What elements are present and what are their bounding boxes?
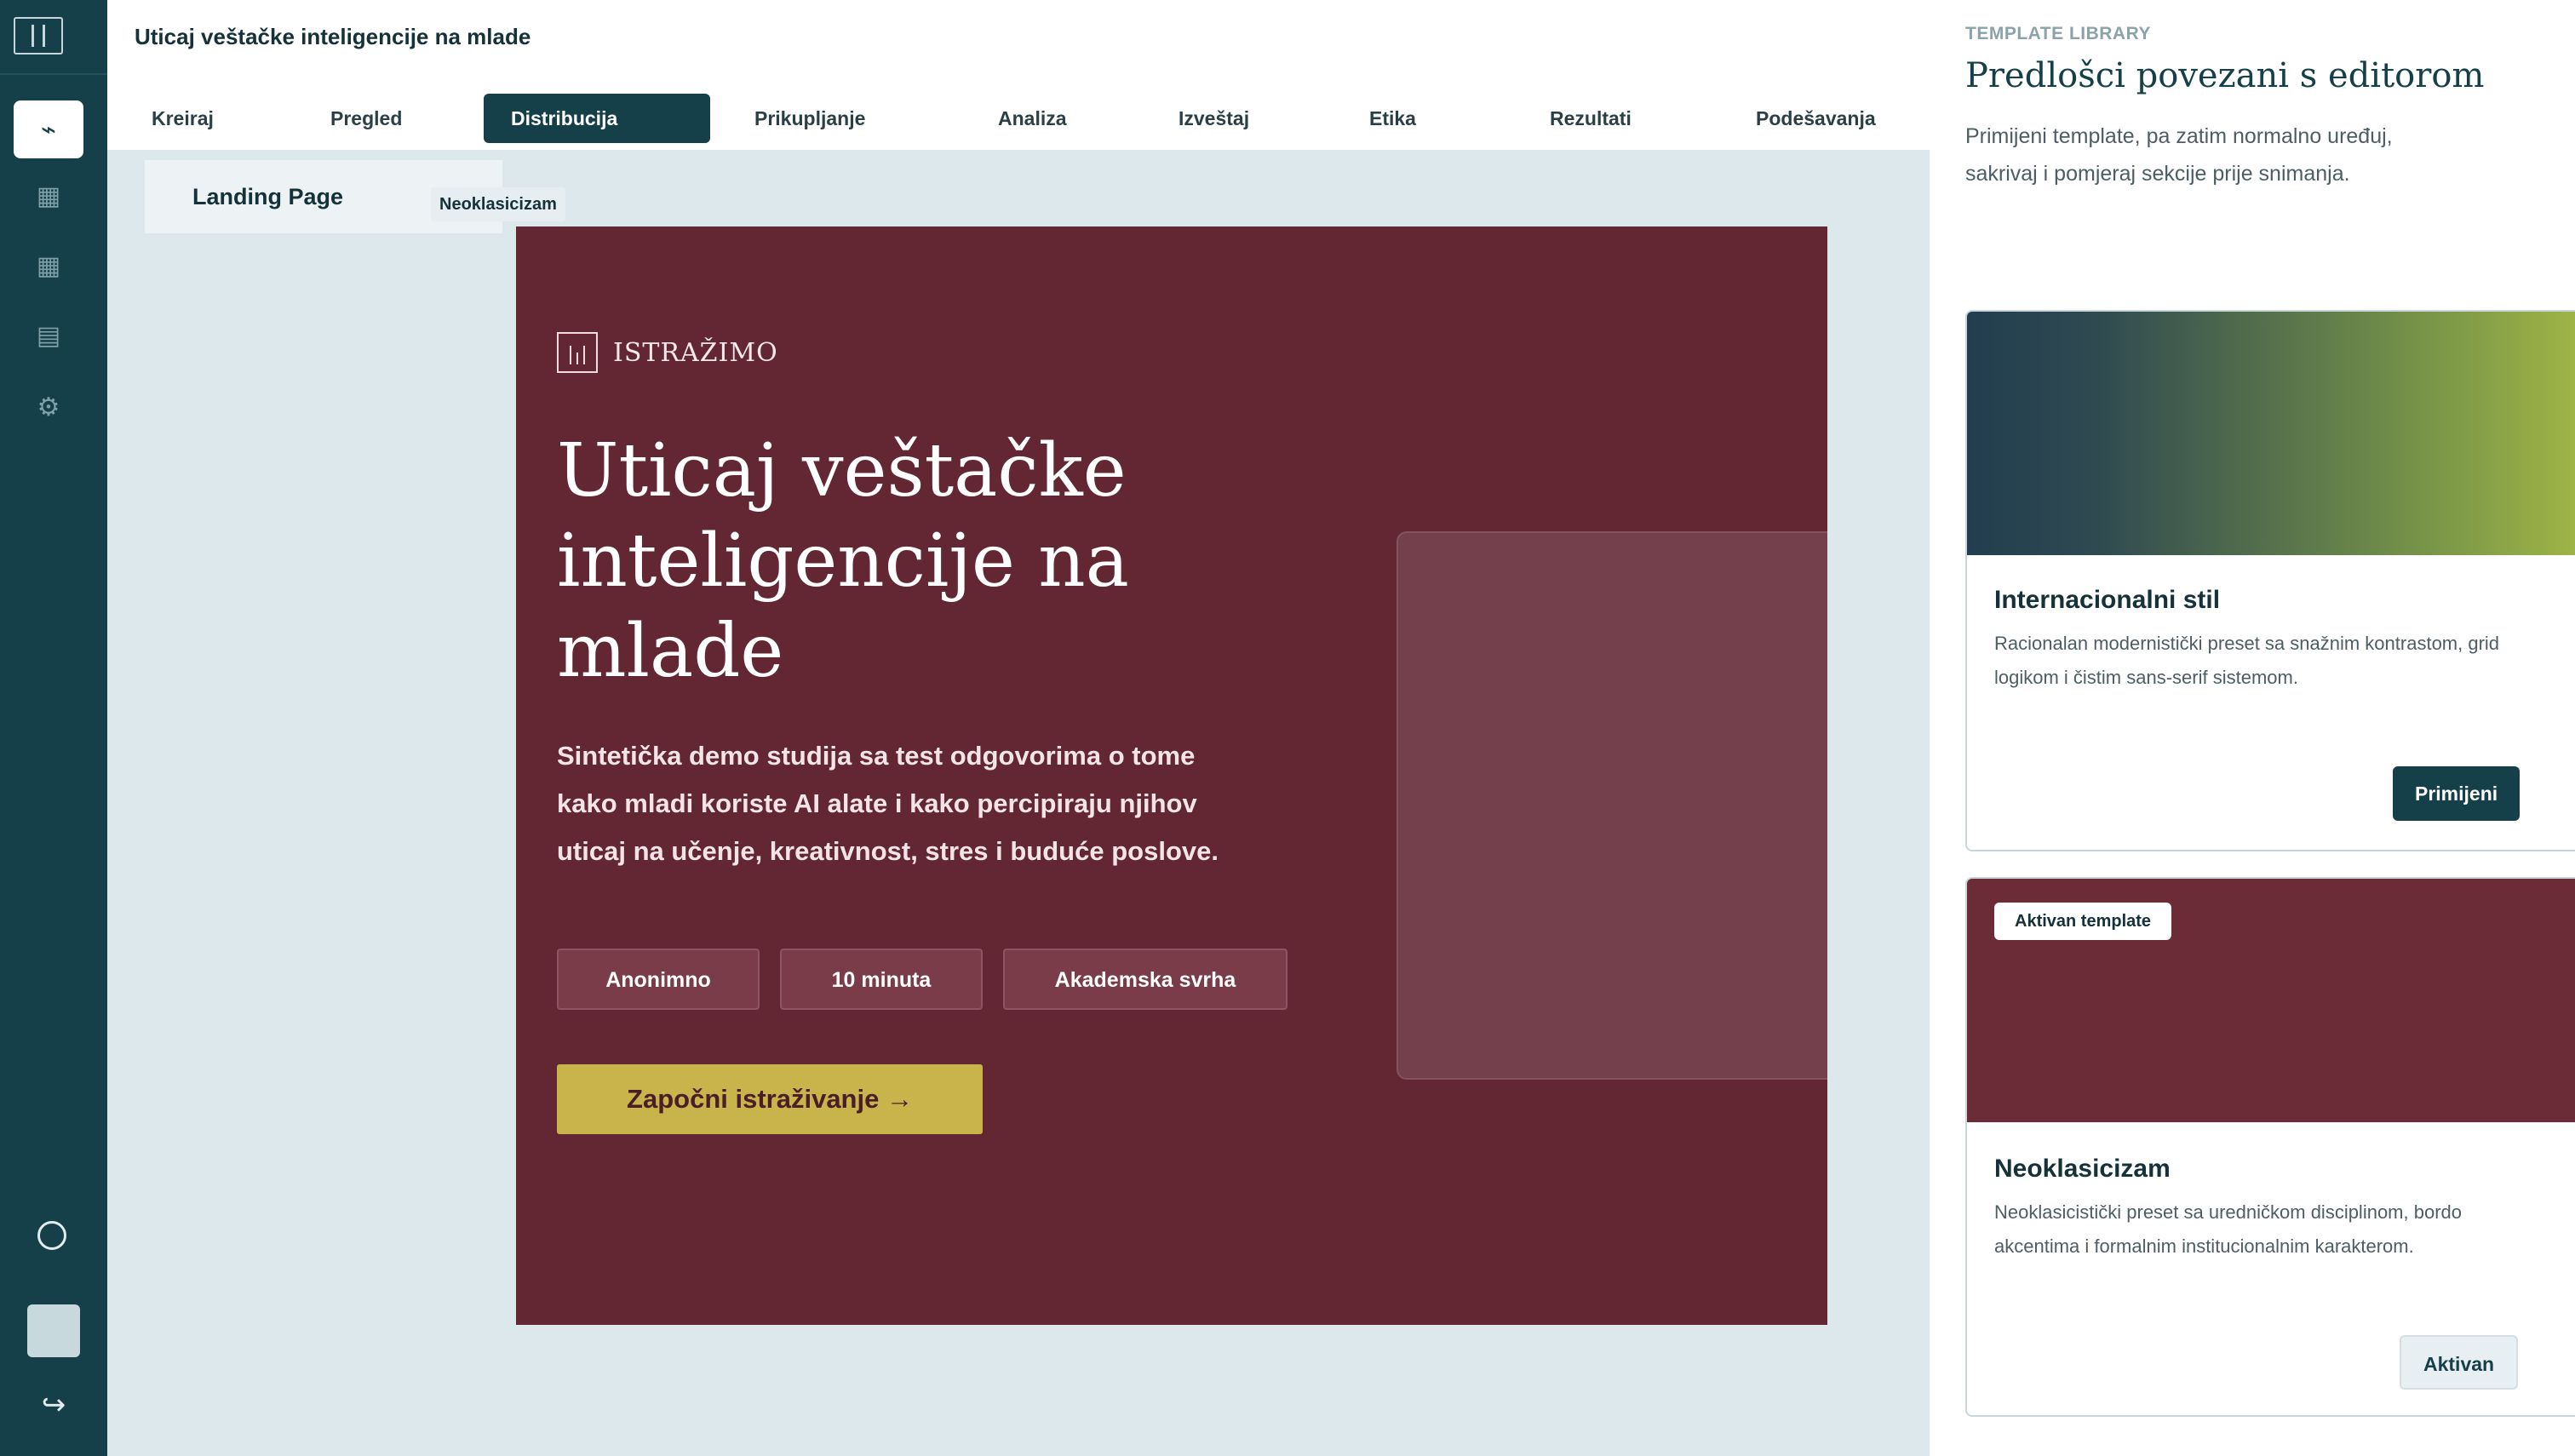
brand: ISTRAŽIMO (557, 332, 778, 373)
template-library-panel: TEMPLATE LIBRARY Predlošci povezani s ed… (1930, 0, 2575, 1456)
tab-kreiraj[interactable]: Kreiraj (124, 94, 241, 143)
page-label: Landing Page (192, 184, 344, 209)
hero-title: Uticaj veštačke inteligencije na mlade (557, 428, 1129, 694)
tab-bar: Kreiraj Pregled Distribucija Prikupljanj… (107, 94, 1930, 145)
panel-description: Primijeni template, pa zatim normalno ur… (1965, 124, 2393, 186)
pill-academic: Akademska svrha (1003, 949, 1288, 1010)
brand-name: ISTRAŽIMO (613, 337, 778, 368)
tab-podesavanja[interactable]: Podešavanja (1729, 94, 1903, 143)
help-circle-icon[interactable] (37, 1221, 66, 1250)
avatar[interactable] (27, 1304, 80, 1357)
hero-section[interactable]: ISTRAŽIMO Uticaj veštačke inteligencije … (516, 226, 1827, 1325)
tab-prikupljanje[interactable]: Prikupljanje (727, 94, 892, 143)
rail-divider (0, 73, 107, 75)
lightning-icon[interactable]: ⌁ (14, 100, 83, 158)
logout-icon[interactable]: ↪ (34, 1388, 73, 1422)
hero-subtitle: Sintetička demo studija sa test odgovori… (557, 741, 1219, 866)
pill-duration: 10 minuta (780, 949, 983, 1010)
tab-rezultati[interactable]: Rezultati (1523, 94, 1659, 143)
active-button[interactable]: Aktivan (2400, 1335, 2519, 1390)
hero-image-placeholder (1396, 531, 1827, 1080)
template-card-internacionalni[interactable]: Internacionalni stil Racionalan modernis… (1965, 310, 2575, 851)
page-selector[interactable]: Landing Page Neoklasicizam (145, 160, 565, 233)
template-card-neoklasicizam[interactable]: Aktivan template Neoklasicizam Neoklasic… (1965, 877, 2575, 1417)
start-survey-button[interactable]: Započni istraživanje → (557, 1064, 983, 1134)
gear-icon[interactable]: ⚙ (14, 378, 83, 436)
tab-analiza[interactable]: Analiza (971, 94, 1094, 143)
tab-distribucija[interactable]: Distribucija (484, 94, 710, 143)
template-description: Neoklasicistički preset sa uredničkom di… (1994, 1201, 2463, 1257)
panel-title: Predlošci povezani s editorom (1965, 56, 2485, 95)
panel-eyebrow: TEMPLATE LIBRARY (1965, 24, 2151, 43)
tab-pregled[interactable]: Pregled (303, 94, 429, 143)
template-name: Internacionalni stil (1994, 586, 2221, 614)
active-template-badge: Aktivan template (1994, 903, 2172, 940)
list-icon[interactable]: ▤ (14, 307, 83, 364)
document-title: Uticaj veštačke inteligencije na mlade (135, 24, 531, 49)
left-rail: ⌁ ▦ ▦ ▤ ⚙ ↪ (0, 0, 107, 1456)
brand-logo-icon (557, 332, 598, 373)
tab-etika[interactable]: Etika (1342, 94, 1443, 143)
editor-canvas: Landing Page Neoklasicizam ISTRAŽIMO Uti… (107, 150, 1930, 1456)
header: Uticaj veštačke inteligencije na mlade K… (107, 0, 1930, 150)
grid-icon-2[interactable]: ▦ (14, 237, 83, 295)
template-description: Racionalan modernistički preset sa snažn… (1994, 633, 2500, 688)
tab-izvestaj[interactable]: Izveštaj (1151, 94, 1276, 143)
app-logo-icon[interactable] (14, 17, 63, 54)
grid-icon[interactable]: ▦ (14, 167, 83, 225)
pill-anonimno: Anonimno (557, 949, 760, 1010)
template-preview (1967, 312, 2575, 555)
template-name: Neoklasicizam (1994, 1155, 2171, 1183)
apply-button[interactable]: Primijeni (2393, 766, 2521, 821)
template-chip: Neoklasicizam (431, 187, 565, 221)
